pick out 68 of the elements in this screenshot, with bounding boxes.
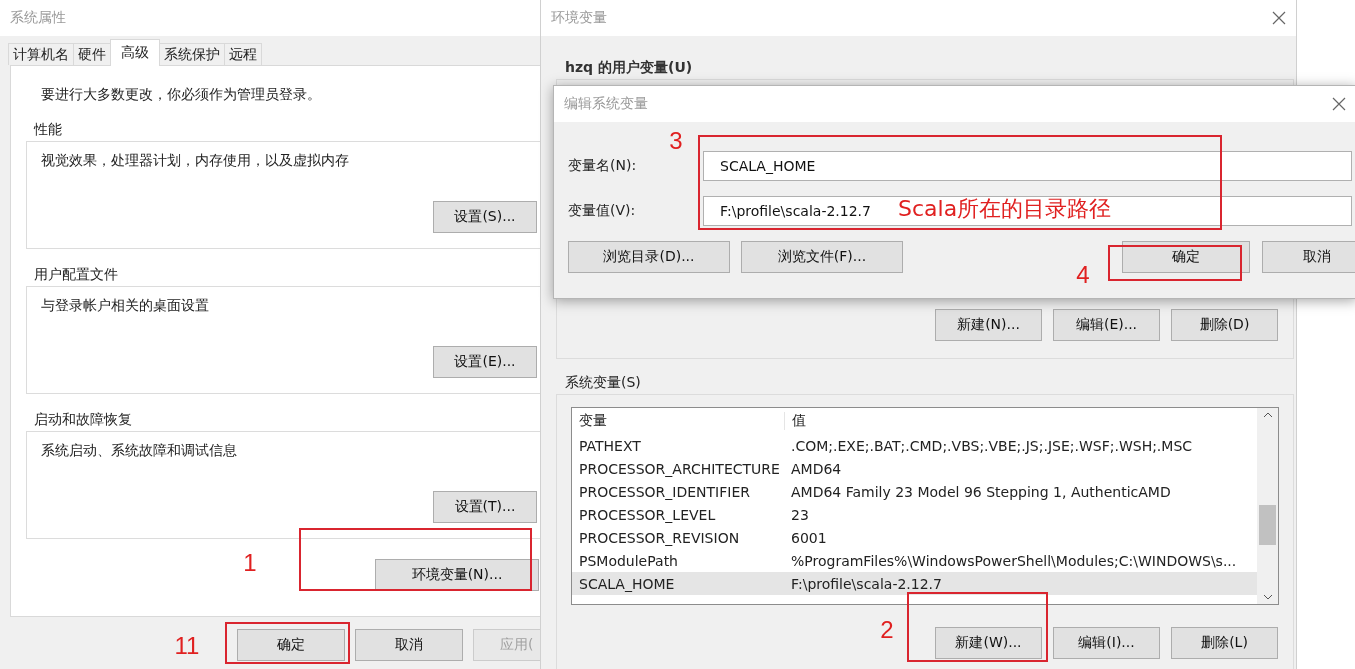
action-button[interactable]: 编辑(E)... xyxy=(1053,309,1160,341)
step-number: 4 xyxy=(1076,261,1090,289)
table-row[interactable]: PATHEXT .COM;.EXE;.BAT;.CMD;.VBS;.VBE;.JS;.JSE;.WSF;.WSH;.MSC xyxy=(572,434,1257,457)
group-title: 启动和故障恢复 xyxy=(34,411,133,429)
field-label: 变量值(V): xyxy=(568,202,637,220)
action-button[interactable]: 新建(N)... xyxy=(935,309,1042,341)
action-button[interactable]: 删除(D) xyxy=(1171,309,1278,341)
scroll-thumb[interactable] xyxy=(1259,505,1276,545)
field-label: 变量名(N): xyxy=(568,157,638,175)
window-title: 系统属性 xyxy=(10,9,66,27)
table-row[interactable]: PROCESSOR_LEVEL 23 xyxy=(572,503,1257,526)
table-cell-text: PROCESSOR_LEVEL xyxy=(578,506,717,523)
dialog-button[interactable]: 取消 xyxy=(355,629,463,661)
table-cell-text: 6001 xyxy=(790,529,828,546)
group-title: 用户配置文件 xyxy=(34,266,119,284)
group-description: 与登录帐户相关的桌面设置 xyxy=(41,297,210,315)
dialog-button[interactable]: 取消 xyxy=(1262,241,1355,273)
action-button[interactable]: 编辑(I)... xyxy=(1053,627,1160,659)
table-cell-text: F:\profile\scala-2.12.7 xyxy=(790,575,943,592)
step-number: 2 xyxy=(880,616,894,644)
settings-button[interactable]: 设置(T)... xyxy=(433,491,537,523)
table-row[interactable]: PROCESSOR_IDENTIFIER AMD64 Family 23 Model 96 Stepping 1, AuthenticAMD xyxy=(572,480,1257,503)
action-button[interactable]: 新建(W)... xyxy=(935,627,1042,659)
table-cell-text: AMD64 xyxy=(790,460,843,477)
scrollbar[interactable] xyxy=(1257,408,1278,604)
column-header[interactable]: 变量 xyxy=(572,412,784,430)
annotation-text: Scala所在的目录路径 xyxy=(898,195,1112,223)
environment-variables-button[interactable]: 环境变量(N)... xyxy=(375,559,539,591)
table-cell-text: SCALA_HOME xyxy=(578,575,676,592)
group-description: 系统启动、系统故障和调试信息 xyxy=(41,442,238,460)
group-title: 性能 xyxy=(34,121,63,139)
close-icon[interactable] xyxy=(1332,97,1346,111)
table-row[interactable]: SCALA_HOME F:\profile\scala-2.12.7 xyxy=(572,572,1257,595)
settings-button[interactable]: 设置(S)... xyxy=(433,201,537,233)
settings-button[interactable]: 设置(E)... xyxy=(433,346,537,378)
table-cell-text: PATHEXT xyxy=(578,437,642,454)
step-number: 3 xyxy=(669,127,683,155)
table-cell-text: .COM;.EXE;.BAT;.CMD;.VBS;.VBE;.JS;.JSE;.WSF;.WSH;.MSC xyxy=(790,437,1194,454)
table-row[interactable]: PROCESSOR_ARCHITECTURE AMD64 xyxy=(572,457,1257,480)
table-cell-text: AMD64 Family 23 Model 96 Stepping 1, AuthenticAMD xyxy=(790,483,1172,500)
table-cell-text: 23 xyxy=(790,506,810,523)
group-description: 视觉效果，处理器计划，内存使用，以及虚拟内存 xyxy=(41,152,350,170)
scroll-up-icon[interactable] xyxy=(1262,412,1273,418)
step-number: 1 xyxy=(243,549,257,577)
notice-text: 要进行大多数更改，你必须作为管理员登录。 xyxy=(41,86,322,104)
dialog-button[interactable]: 确定 xyxy=(1122,241,1250,273)
tab[interactable]: 高级 xyxy=(110,39,160,66)
table-cell-text: PROCESSOR_ARCHITECTURE xyxy=(578,460,781,477)
window-title: 环境变量 xyxy=(551,9,607,27)
tab[interactable]: 远程 xyxy=(224,43,262,65)
input-field[interactable]: SCALA_HOME xyxy=(703,151,1352,181)
table-cell-text: %ProgramFiles%\WindowsPowerShell\Modules;C:\WINDOWS\s... xyxy=(790,552,1238,569)
action-button[interactable]: 删除(L) xyxy=(1171,627,1278,659)
dialog-button[interactable]: 浏览目录(D)... xyxy=(568,241,730,273)
group-title: 系统变量(S) xyxy=(565,374,642,392)
group-title: hzq 的用户变量(U) xyxy=(565,59,694,77)
table-cell-text: PROCESSOR_IDENTIFIER xyxy=(578,483,751,500)
table-row[interactable]: PSModulePath %ProgramFiles%\WindowsPowerShell\Modules;C:\WINDOWS\s... xyxy=(572,549,1257,572)
table-row[interactable]: PROCESSOR_REVISION 6001 xyxy=(572,526,1257,549)
window-title: 编辑系统变量 xyxy=(564,95,648,113)
step-number: 11 xyxy=(174,632,200,660)
dialog-button[interactable]: 浏览文件(F)... xyxy=(741,241,903,273)
table-cell-text: PROCESSOR_REVISION xyxy=(578,529,741,546)
tab[interactable]: 计算机名 xyxy=(8,43,74,65)
dialog-button[interactable]: 确定 xyxy=(237,629,345,661)
table-cell-text: PSModulePath xyxy=(578,552,679,569)
scroll-down-icon[interactable] xyxy=(1262,594,1273,600)
close-icon[interactable] xyxy=(1272,11,1286,25)
